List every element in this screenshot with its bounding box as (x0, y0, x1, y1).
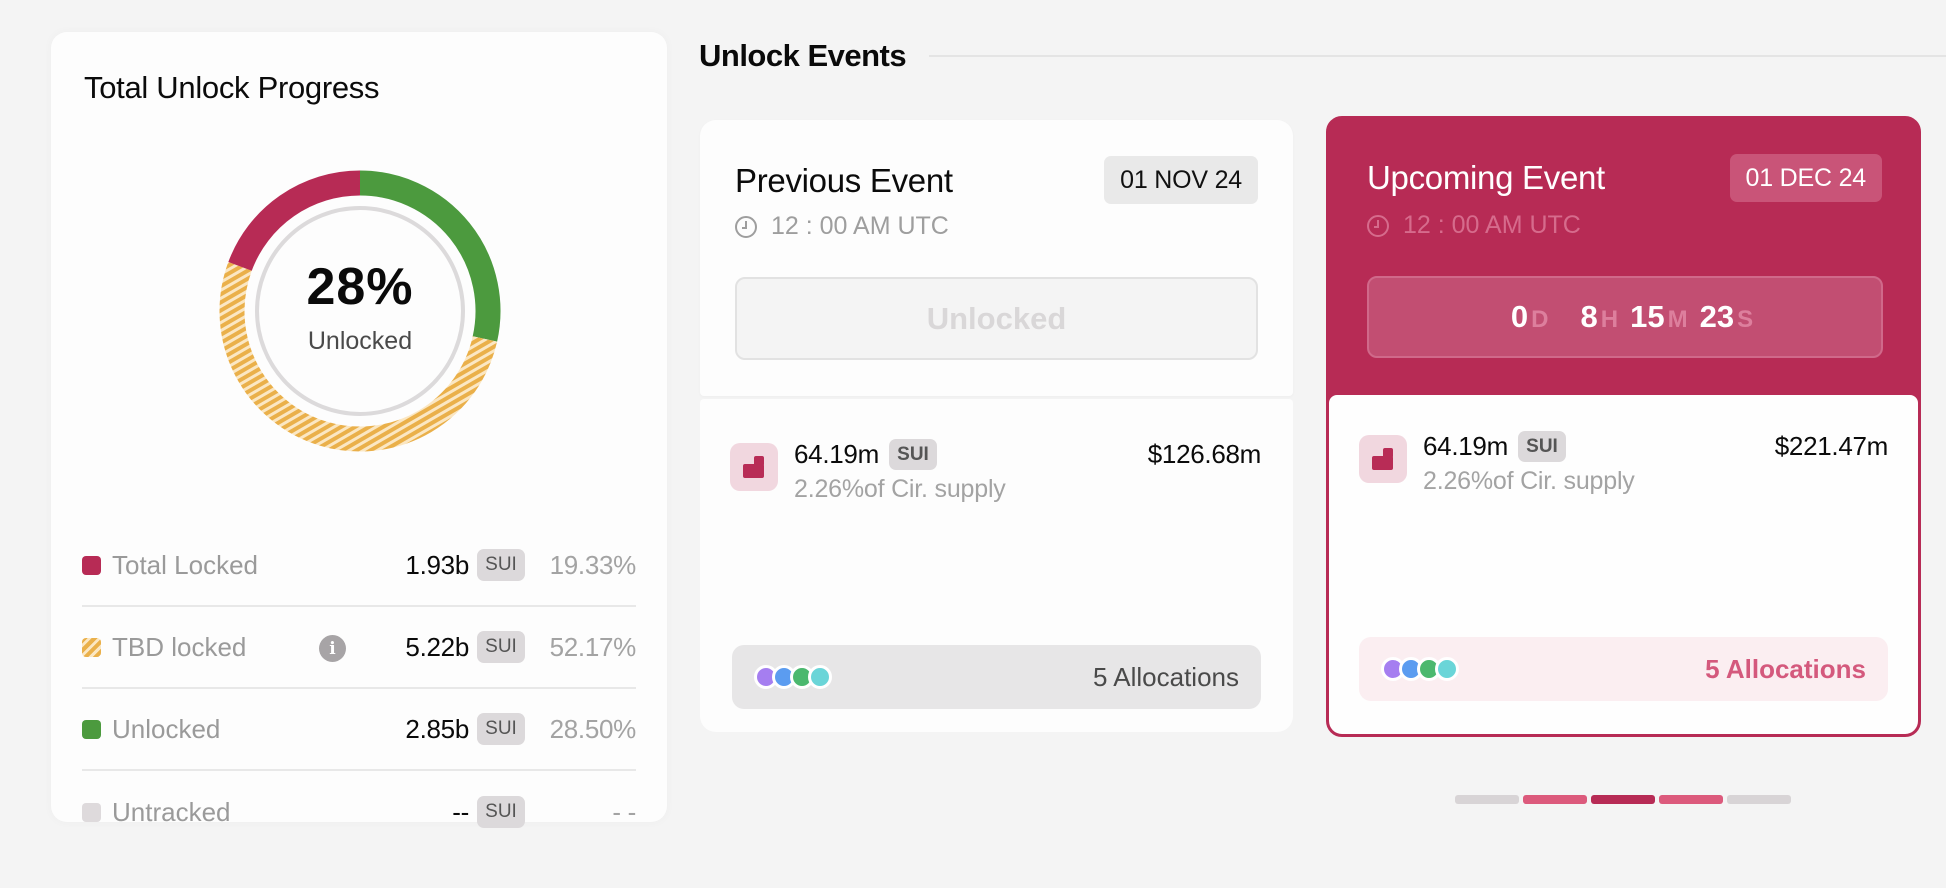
countdown-timer: 0 D 8 H 15 M 23 S (1367, 276, 1883, 358)
token-badge: SUI (477, 549, 525, 581)
legend-label: Total Locked (112, 549, 258, 580)
unlock-summary: 64.19m SUI 2.26%of Cir. supply $126.68m (730, 439, 1262, 503)
unlock-summary: 64.19m SUI 2.26%of Cir. supply $221.47m (1359, 431, 1889, 495)
legend-row-total-locked: Total Locked 1.93b SUI 19.33% (82, 525, 636, 607)
pager-segment[interactable] (1455, 795, 1519, 804)
countdown-days: 0 D (1511, 299, 1549, 335)
token-badge: SUI (1518, 431, 1566, 462)
allocations-button[interactable]: 5 Allocations (732, 645, 1261, 709)
token-badge: SUI (889, 439, 937, 470)
allocations-label: 5 Allocations (1705, 653, 1866, 684)
legend-label: Untracked (112, 796, 231, 827)
previous-event-header: Previous Event 01 NOV 24 12 : 00 AM UTC … (700, 120, 1293, 396)
allocation-dots (754, 665, 832, 689)
countdown-unit: D (1531, 306, 1549, 333)
upcoming-event-card[interactable]: Upcoming Event 01 DEC 24 12 : 00 AM UTC … (1326, 116, 1921, 737)
circulating-supply-percent: 2.26%of Cir. supply (1423, 467, 1635, 495)
legend-row-untracked: Untracked -- SUI - - (82, 771, 636, 853)
upcoming-event-time: 12 : 00 AM UTC (1367, 211, 1581, 240)
countdown-unit: S (1737, 306, 1754, 333)
time-text: 12 : 00 AM UTC (1403, 211, 1581, 239)
legend-percent: 19.33% (549, 549, 637, 580)
countdown-unit: M (1667, 306, 1688, 333)
carousel-pagination (1455, 795, 1795, 804)
header-divider (929, 55, 1946, 57)
unlocked-status: Unlocked (735, 277, 1258, 360)
clock-icon (735, 215, 757, 238)
legend-amount: 2.85b (405, 713, 469, 744)
legend-amount: -- (452, 796, 469, 827)
token-badge: SUI (477, 713, 525, 745)
tbd-locked-swatch (82, 637, 101, 657)
circulating-supply-percent: 2.26%of Cir. supply (794, 475, 1006, 503)
countdown-value: 15 (1630, 299, 1665, 334)
allocations-button[interactable]: 5 Allocations (1359, 637, 1888, 701)
progress-title: Total Unlock Progress (84, 70, 380, 105)
allocations-label: 5 Allocations (1093, 661, 1239, 692)
legend-amount: 5.22b (405, 631, 469, 662)
unlocked-label: Unlocked (307, 326, 413, 355)
pager-segment[interactable] (1727, 795, 1791, 804)
legend-row-tbd-locked: TBD locked i 5.22b SUI 52.17% (82, 607, 636, 689)
total-locked-swatch (82, 555, 101, 575)
unlocked-swatch (82, 719, 101, 739)
previous-event-time: 12 : 00 AM UTC (735, 212, 949, 241)
previous-event-card[interactable]: Previous Event 01 NOV 24 12 : 00 AM UTC … (700, 120, 1293, 732)
countdown-hours: 8 H (1581, 299, 1619, 335)
unlock-amount: 64.19m (1423, 431, 1508, 461)
unlock-events-title: Unlock Events (699, 38, 907, 73)
token-badge: SUI (477, 631, 525, 663)
clock-icon (1367, 214, 1389, 237)
previous-event-date: 01 NOV 24 (1104, 156, 1258, 204)
allocation-dots (1381, 657, 1459, 681)
legend-percent: 52.17% (549, 631, 637, 662)
countdown-value: 0 (1510, 299, 1529, 334)
token-badge: SUI (477, 796, 525, 828)
pager-segment-active[interactable] (1591, 795, 1655, 804)
countdown-seconds: 23 S (1700, 299, 1754, 335)
upcoming-event-title: Upcoming Event (1367, 159, 1605, 196)
unlocked-percent: 28% (306, 257, 414, 316)
legend-row-unlocked: Unlocked 2.85b SUI 28.50% (82, 689, 636, 771)
legend-label: TBD locked (112, 631, 247, 662)
pager-segment[interactable] (1659, 795, 1723, 804)
untracked-swatch (82, 802, 101, 822)
upcoming-event-date: 01 DEC 24 (1729, 154, 1882, 202)
unlock-amount: 64.19m (794, 439, 879, 469)
legend-label: Unlocked (112, 713, 221, 744)
legend-percent: 28.50% (549, 713, 637, 744)
countdown-value: 23 (1699, 299, 1735, 334)
countdown-value: 8 (1580, 299, 1598, 334)
countdown-minutes: 15 M (1630, 299, 1687, 335)
unlock-icon (730, 443, 778, 491)
info-icon[interactable]: i (319, 635, 346, 662)
unlock-donut-chart: 28% Unlocked (215, 166, 505, 456)
allocation-dot (1435, 657, 1459, 681)
unlock-usd-value: $221.47m (1774, 431, 1889, 461)
legend-amount: 1.93b (405, 549, 469, 580)
donut-center: 28% Unlocked (215, 166, 505, 456)
total-unlock-progress-card: Total Unlock Progress 28% Unlocked Total… (51, 32, 667, 828)
progress-legend: Total Locked 1.93b SUI 19.33% TBD locked… (82, 525, 636, 853)
time-text: 12 : 00 AM UTC (771, 212, 949, 240)
upcoming-event-details: 64.19m SUI 2.26%of Cir. supply $221.47m … (1329, 395, 1918, 734)
allocation-dot (808, 665, 832, 689)
previous-event-details: 64.19m SUI 2.26%of Cir. supply $126.68m … (700, 399, 1293, 732)
unlock-icon (1359, 435, 1407, 483)
countdown-unit: H (1600, 306, 1619, 333)
legend-percent: - - (612, 796, 636, 827)
unlock-usd-value: $126.68m (1147, 439, 1262, 469)
pager-segment[interactable] (1523, 795, 1587, 804)
previous-event-title: Previous Event (735, 162, 953, 199)
